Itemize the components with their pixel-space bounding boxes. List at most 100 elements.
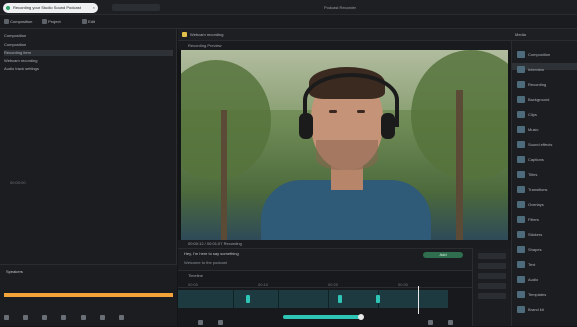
- media-thumb-icon[interactable]: [517, 246, 525, 253]
- media-item-label[interactable]: Shapes: [528, 246, 542, 253]
- media-item-label[interactable]: Titles: [528, 171, 537, 178]
- toolbar-composition[interactable]: Composition: [4, 18, 32, 26]
- browser-tab-title: Recording your Studio Sound Podcast: [13, 5, 81, 10]
- media-item-label[interactable]: Overlays: [528, 201, 544, 208]
- expand-icon[interactable]: [118, 315, 124, 321]
- media-thumb-icon[interactable]: [517, 306, 525, 313]
- favicon-icon: [6, 6, 10, 10]
- media-thumb-icon[interactable]: [517, 216, 525, 223]
- media-item-label[interactable]: Recording: [528, 81, 546, 88]
- media-item-label[interactable]: Interview: [528, 66, 544, 73]
- media-item-label[interactable]: Composition: [528, 51, 550, 58]
- headphone-cup: [299, 113, 313, 139]
- media-item-label[interactable]: Brand kit: [528, 306, 544, 313]
- left-panel: Composition Composition Recording item W…: [0, 29, 177, 326]
- webcam-video[interactable]: [181, 50, 508, 240]
- paste-icon[interactable]: [80, 315, 86, 321]
- media-thumb-icon[interactable]: [517, 186, 525, 193]
- clip-marker[interactable]: [338, 295, 342, 303]
- progress-fill: [4, 293, 173, 297]
- media-item-label[interactable]: Templates: [528, 291, 546, 298]
- media-thumb-icon[interactable]: [517, 51, 525, 58]
- media-item-label[interactable]: Sound effects: [528, 141, 552, 148]
- redo-icon[interactable]: [23, 315, 29, 321]
- media-thumb-icon[interactable]: [517, 156, 525, 163]
- script-area: Hey, I'm here to say something Welcome t…: [178, 248, 511, 270]
- clip-marker[interactable]: [246, 295, 250, 303]
- preview-header-label: Webcam recording: [190, 32, 224, 37]
- close-tab-icon[interactable]: ×: [93, 3, 95, 13]
- playhead[interactable]: [418, 286, 419, 314]
- window-title: Podcast Recorder: [323, 5, 356, 10]
- copy-icon[interactable]: [61, 315, 67, 321]
- clip-divider: [233, 290, 234, 308]
- script-line[interactable]: Hey, I'm here to say something: [184, 251, 239, 256]
- property-button[interactable]: [478, 263, 506, 269]
- tree-trunk: [221, 110, 227, 240]
- timeline-title: Timeline: [188, 273, 203, 278]
- media-thumb-icon[interactable]: [517, 81, 525, 88]
- media-thumb-icon[interactable]: [517, 291, 525, 298]
- speakers-label: Speakers: [6, 269, 23, 274]
- tree-trunk: [456, 90, 463, 240]
- media-item-label[interactable]: Filters: [528, 216, 539, 223]
- media-thumb-icon[interactable]: [517, 261, 525, 268]
- right-header: Media: [511, 29, 577, 41]
- preview-header-icon: [182, 32, 187, 38]
- media-item-label[interactable]: Music: [528, 126, 538, 133]
- ruler-tick: 00:10: [258, 282, 269, 287]
- media-thumb-icon[interactable]: [517, 276, 525, 283]
- cut-icon[interactable]: [42, 315, 48, 321]
- media-item-label[interactable]: Transitions: [528, 186, 547, 193]
- left-controls: [4, 315, 173, 323]
- delete-icon[interactable]: [99, 315, 105, 321]
- media-item-label[interactable]: Captions: [528, 156, 544, 163]
- media-thumb-icon[interactable]: [517, 201, 525, 208]
- tree-item[interactable]: Composition: [4, 42, 173, 48]
- preview-subtitle: Recording Preview: [178, 41, 511, 50]
- play-icon[interactable]: [198, 320, 203, 325]
- timeline-ruler: 00:00 00:10 00:20 00:30: [178, 281, 511, 288]
- media-thumb-icon[interactable]: [517, 231, 525, 238]
- ruler-tick: 00:00: [188, 282, 199, 287]
- video-track[interactable]: [178, 290, 448, 308]
- title-bar: Recording your Studio Sound Podcast × Po…: [0, 0, 577, 15]
- script-line[interactable]: Welcome to the podcast: [184, 260, 227, 265]
- media-thumb-icon[interactable]: [517, 141, 525, 148]
- clip-marker[interactable]: [376, 295, 380, 303]
- tree-item[interactable]: Webcam recording: [4, 58, 173, 64]
- media-item-label[interactable]: Text: [528, 261, 535, 268]
- media-thumb-icon[interactable]: [517, 111, 525, 118]
- media-item-label[interactable]: Clips: [528, 111, 537, 118]
- undo-icon[interactable]: [4, 315, 9, 321]
- toolbar-project[interactable]: Project: [42, 18, 61, 26]
- media-item-label[interactable]: Background: [528, 96, 549, 103]
- tree-item[interactable]: Audio track settings: [4, 66, 173, 72]
- clip-divider: [328, 290, 329, 308]
- add-button[interactable]: Add: [423, 252, 463, 258]
- recording-progress: [4, 293, 173, 297]
- address-field[interactable]: [112, 4, 160, 11]
- media-thumb-icon[interactable]: [517, 171, 525, 178]
- media-thumb-icon[interactable]: [517, 66, 525, 73]
- project-icon: [42, 19, 47, 25]
- property-button[interactable]: [478, 293, 506, 299]
- media-item-label[interactable]: Audio: [528, 276, 538, 283]
- timeline: Timeline 00:00 00:10 00:20 00:30: [178, 270, 511, 326]
- media-thumb-icon[interactable]: [517, 96, 525, 103]
- media-item-label[interactable]: Stickers: [528, 231, 542, 238]
- headphone-cup: [381, 113, 395, 139]
- property-button[interactable]: [478, 273, 506, 279]
- ruler-tick: 00:30: [398, 282, 409, 287]
- property-button[interactable]: [478, 283, 506, 289]
- left-timestamp: 00:00:00: [10, 180, 26, 185]
- toolbar-edit[interactable]: Edit: [82, 18, 95, 26]
- zoom-in-icon[interactable]: [448, 320, 453, 325]
- browser-tab[interactable]: Recording your Studio Sound Podcast ×: [3, 3, 98, 13]
- property-button[interactable]: [478, 253, 506, 259]
- media-thumb-icon[interactable]: [517, 126, 525, 133]
- zoom-out-icon[interactable]: [428, 320, 433, 325]
- preview-header: Webcam recording: [178, 29, 511, 41]
- tree-item[interactable]: Recording item: [4, 50, 173, 56]
- stop-icon[interactable]: [218, 320, 223, 325]
